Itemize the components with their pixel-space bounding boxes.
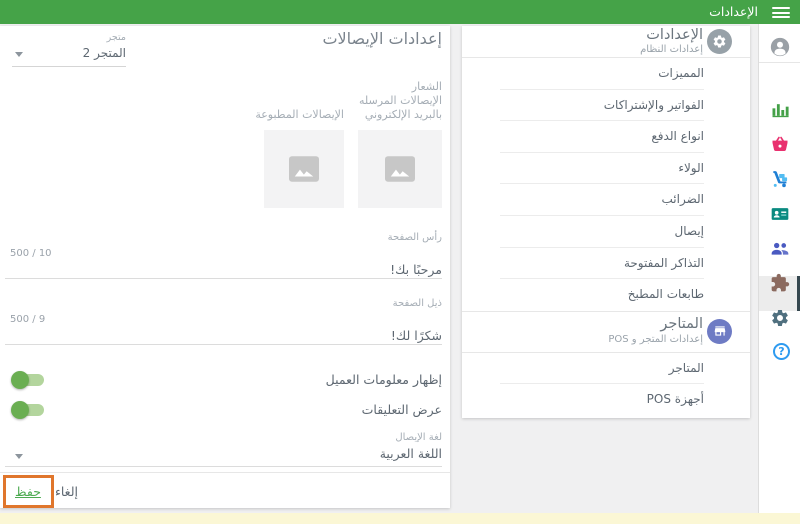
email-receipts-label: الإيصالات المرسله بالبريد الإلكتروني <box>359 94 442 122</box>
settings-section-subtitle: إعدادات النظام <box>640 44 703 55</box>
app-frame: الإعدادات ? الإعدادات إعدادات النظام الم… <box>0 0 800 524</box>
menu-item-label: المميزات <box>658 66 704 80</box>
bar-chart-icon[interactable] <box>770 100 790 120</box>
settings-menu-card: الإعدادات إعدادات النظام المميزات الفوات… <box>462 26 750 418</box>
menu-item-receipt[interactable]: إيصال <box>462 216 750 248</box>
people-icon[interactable] <box>770 238 790 258</box>
stores-section-title: المتاجر <box>660 315 703 332</box>
help-icon[interactable]: ? <box>770 320 790 360</box>
settings-section-header: الإعدادات إعدادات النظام <box>462 26 750 57</box>
store-select[interactable]: متجر المتجر 2 <box>12 32 126 67</box>
cancel-button[interactable]: إلغاء <box>55 484 78 499</box>
menu-item-stores[interactable]: المتاجر <box>462 353 750 385</box>
settings-section-title: الإعدادات <box>646 27 703 43</box>
header-field-label: رأس الصفحة <box>387 232 442 243</box>
store-icon <box>707 318 732 344</box>
store-select-value: المتجر 2 <box>82 46 126 60</box>
menu-item-loyalty[interactable]: الولاء <box>462 153 750 185</box>
input-underline <box>5 344 442 345</box>
menu-item-label: المتاجر <box>668 360 704 375</box>
page-title: الإعدادات <box>709 4 758 19</box>
menu-item-label: التذاكر المفتوحة <box>623 255 704 270</box>
email-receipt-image-upload[interactable] <box>358 130 442 208</box>
menu-item-billing[interactable]: الفواتير والإشتراكات <box>462 90 750 122</box>
image-placeholder-icon <box>289 156 319 182</box>
store-select-label: متجر <box>106 32 126 43</box>
menu-item-label: انواع الدفع <box>651 129 704 144</box>
footer-field-label: ذيل الصفحة <box>392 298 442 309</box>
email-receipts-label-line2: بالبريد الإلكتروني <box>364 108 442 121</box>
menu-item-label: أجهزة POS <box>646 392 704 407</box>
menu-item-label: إيصال <box>674 223 704 238</box>
stores-section-subtitle: إعدادات المتجر و POS <box>608 333 703 345</box>
receipt-settings-panel: إعدادات الإيصالات متجر المتجر 2 الشعار ا… <box>0 26 450 508</box>
rail-divider <box>759 62 800 63</box>
menu-item-open-tickets[interactable]: التذاكر المفتوحة <box>462 248 750 280</box>
divider <box>0 472 450 473</box>
chevron-down-icon <box>15 52 23 57</box>
menu-item-pos-devices[interactable]: أجهزة POS <box>462 384 750 416</box>
footer-field-counter: 500 / 9 <box>10 314 46 325</box>
printed-receipt-image-upload[interactable] <box>264 130 344 208</box>
input-underline <box>5 278 442 279</box>
panel-title: إعدادات الإيصالات <box>322 29 442 48</box>
header-field-input[interactable]: مرحبًا بك! <box>390 262 442 277</box>
stores-section-header: المتاجر إعدادات المتجر و POS <box>462 312 750 352</box>
input-underline <box>5 466 442 467</box>
show-customer-info-label: إظهار معلومات العميل <box>325 372 442 387</box>
chevron-down-icon <box>15 454 23 459</box>
menu-item-label: الولاء <box>678 160 704 175</box>
menu-item-features[interactable]: المميزات <box>462 58 750 90</box>
menu-item-taxes[interactable]: الضرائب <box>462 184 750 216</box>
settings-gear-icon <box>707 29 732 54</box>
icon-rail: ? <box>758 24 800 513</box>
menu-item-label: الضرائب <box>661 192 704 207</box>
image-placeholder-icon <box>385 156 415 182</box>
header-field-counter: 500 / 10 <box>10 248 52 259</box>
hand-truck-icon[interactable] <box>770 169 790 189</box>
menu-item-payment-types[interactable]: انواع الدفع <box>462 121 750 153</box>
show-comments-label: عرض التعليقات <box>361 402 442 417</box>
basket-icon[interactable] <box>770 134 790 154</box>
save-button[interactable]: حفظ <box>15 484 41 499</box>
email-receipts-label-line1: الإيصالات المرسله <box>359 94 442 107</box>
language-select[interactable]: اللغة العربية <box>380 446 442 461</box>
language-select-label: لغة الإيصال <box>395 432 442 443</box>
app-bar: الإعدادات <box>0 0 800 24</box>
menu-item-kitchen-printers[interactable]: طابعات المطبخ <box>462 279 750 311</box>
contact-card-icon[interactable] <box>770 204 790 224</box>
bottom-strip <box>0 513 800 524</box>
hamburger-menu-icon[interactable] <box>772 7 790 18</box>
footer-field-input[interactable]: شكرًا لك! <box>391 328 442 343</box>
puzzle-icon[interactable] <box>770 273 790 293</box>
printed-receipts-label: الإيصالات المطبوعة <box>255 108 344 121</box>
logo-label: الشعار <box>411 80 442 93</box>
menu-item-label: طابعات المطبخ <box>627 287 704 302</box>
show-comments-toggle[interactable] <box>11 401 44 419</box>
show-customer-info-toggle[interactable] <box>11 371 44 389</box>
avatar-icon[interactable] <box>770 37 790 57</box>
menu-item-label: الفواتير والإشتراكات <box>603 97 704 112</box>
